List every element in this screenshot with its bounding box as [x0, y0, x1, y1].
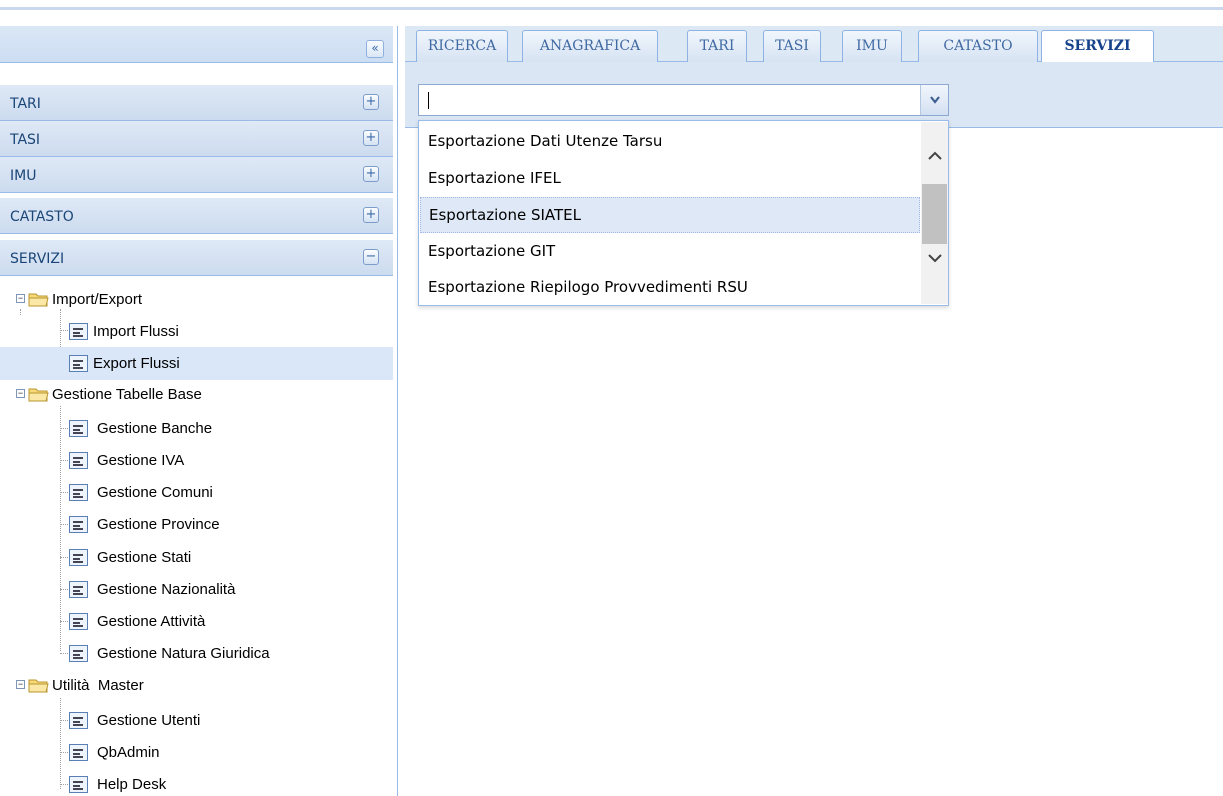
- form-icon: [69, 484, 88, 501]
- tree-leaf-export-flussi[interactable]: Export Flussi: [0, 347, 393, 380]
- chevron-up-icon: [927, 151, 942, 160]
- chevron-down-icon: [927, 254, 942, 263]
- form-icon: [69, 776, 88, 793]
- dropdown-scrollbar[interactable]: [921, 122, 948, 304]
- tab-catasto[interactable]: CATASTO: [918, 30, 1038, 62]
- form-icon: [69, 323, 88, 340]
- tree-node-label: Gestione Utenti: [97, 712, 201, 729]
- collapse-node-icon[interactable]: −: [16, 389, 25, 398]
- tree-node-label: Gestione IVA: [97, 452, 185, 469]
- collapse-node-icon[interactable]: −: [16, 294, 25, 303]
- tree-leaf-gestione-stati[interactable]: Gestione Stati: [0, 541, 393, 574]
- form-icon: [69, 452, 88, 469]
- tab-tari[interactable]: TARI: [687, 30, 747, 62]
- tree-leaf-gestione-utenti[interactable]: Gestione Utenti: [0, 704, 393, 737]
- tree-node-label: Gestione Tabelle Base: [52, 386, 202, 403]
- tree-leaf-help-desk[interactable]: Help Desk: [0, 768, 393, 796]
- export-type-dropdown: Esportazione Dati Utenze Tarsu Esportazi…: [418, 120, 949, 306]
- scroll-down-button[interactable]: [921, 250, 948, 280]
- accordion-label: IMU: [10, 168, 37, 184]
- tree-node-label: Gestione Banche: [97, 420, 213, 437]
- tab-anagrafica[interactable]: ANAGRAFICA: [522, 30, 658, 62]
- accordion-label: TASI: [10, 132, 41, 148]
- tree-node-label: Import Flussi: [93, 323, 179, 340]
- dropdown-option[interactable]: Esportazione GIT: [420, 234, 920, 270]
- tab-ricerca[interactable]: RICERCA: [416, 30, 508, 62]
- form-icon: [69, 549, 88, 566]
- dropdown-option[interactable]: Esportazione Dati Utenze Tarsu: [420, 124, 920, 160]
- tree-folder-tabelle-base[interactable]: − Gestione Tabelle Base: [0, 378, 393, 411]
- tree-folder-utilita-master[interactable]: − Utilità Master: [0, 669, 393, 702]
- tree-node-label: Gestione Province: [97, 516, 220, 533]
- dropdown-option-highlighted[interactable]: Esportazione SIATEL: [420, 197, 920, 233]
- tree-node-label: Gestione Natura Giuridica: [97, 645, 270, 662]
- form-icon: [69, 516, 88, 533]
- accordion-servizi[interactable]: SERVIZI −: [0, 240, 393, 276]
- combo-trigger-button[interactable]: [920, 85, 948, 115]
- tree-leaf-gestione-attivita[interactable]: Gestione Attività: [0, 605, 393, 638]
- tree-leaf-gestione-province[interactable]: Gestione Province: [0, 508, 393, 541]
- form-icon: [69, 613, 88, 630]
- folder-open-icon: [28, 679, 49, 693]
- text-cursor: [428, 92, 429, 109]
- collapse-node-icon[interactable]: −: [16, 680, 25, 689]
- tab-imu[interactable]: IMU: [842, 30, 902, 62]
- expand-icon[interactable]: +: [363, 166, 379, 182]
- form-icon: [69, 581, 88, 598]
- tree-leaf-qbadmin[interactable]: QbAdmin: [0, 736, 393, 769]
- chevron-down-icon: [929, 96, 940, 104]
- expand-icon[interactable]: +: [363, 130, 379, 146]
- accordion-tari[interactable]: TARI +: [0, 85, 393, 121]
- collapse-icon[interactable]: −: [363, 249, 379, 265]
- dropdown-option[interactable]: Esportazione Riepilogo Provvedimenti RSU: [420, 270, 920, 306]
- accordion-label: CATASTO: [10, 209, 74, 225]
- west-navigation-panel: « TARI + TASI + IMU + CATASTO + SERVIZI …: [0, 26, 398, 796]
- scroll-up-button[interactable]: [921, 148, 948, 178]
- tree-node-label: Gestione Comuni: [97, 484, 213, 501]
- expand-icon[interactable]: +: [363, 94, 379, 110]
- form-icon: [69, 712, 88, 729]
- tree-node-label: Gestione Stati: [97, 549, 192, 566]
- tree-leaf-gestione-nazionalita[interactable]: Gestione Nazionalità: [0, 573, 393, 606]
- west-panel-header: «: [0, 26, 393, 63]
- top-border-strip: [0, 0, 1223, 10]
- folder-open-icon: [28, 293, 49, 307]
- scrollbar-thumb[interactable]: [922, 184, 947, 244]
- tree-node-label: Gestione Attività: [97, 613, 206, 630]
- tree-node-label: Import/Export: [52, 291, 143, 308]
- tree-node-label: QbAdmin: [97, 744, 160, 761]
- tree-node-label: Gestione Nazionalità: [97, 581, 236, 598]
- tree-node-label: Utilità Master: [52, 677, 144, 694]
- tree-node-label: Help Desk: [97, 776, 167, 793]
- dropdown-option[interactable]: Esportazione IFEL: [420, 161, 920, 197]
- tree-folder-import-export[interactable]: − Import/Export: [0, 283, 393, 316]
- main-tab-bar: RICERCA ANAGRAFICA TARI TASI IMU CATASTO…: [405, 26, 1223, 63]
- export-type-input[interactable]: [419, 85, 920, 115]
- tree-leaf-import-flussi[interactable]: Import Flussi: [0, 315, 393, 348]
- form-icon: [69, 355, 88, 372]
- accordion-imu[interactable]: IMU +: [0, 157, 393, 193]
- export-type-combo[interactable]: [418, 84, 949, 116]
- accordion-tasi[interactable]: TASI +: [0, 121, 393, 157]
- tab-servizi[interactable]: SERVIZI: [1041, 30, 1154, 63]
- accordion-catasto[interactable]: CATASTO +: [0, 198, 393, 234]
- tree-leaf-gestione-iva[interactable]: Gestione IVA: [0, 444, 393, 477]
- accordion-label: SERVIZI: [10, 251, 65, 267]
- tab-tasi[interactable]: TASI: [763, 30, 821, 62]
- tree-leaf-gestione-comuni[interactable]: Gestione Comuni: [0, 476, 393, 509]
- tree-leaf-gestione-natura-giuridica[interactable]: Gestione Natura Giuridica: [0, 637, 393, 670]
- tree-node-label: Export Flussi: [93, 355, 180, 372]
- accordion-label: TARI: [10, 96, 41, 112]
- form-icon: [69, 645, 88, 662]
- form-icon: [69, 420, 88, 437]
- expand-icon[interactable]: +: [363, 207, 379, 223]
- collapse-panel-button[interactable]: «: [366, 40, 384, 58]
- tree-leaf-gestione-banche[interactable]: Gestione Banche: [0, 412, 393, 445]
- folder-open-icon: [28, 388, 49, 402]
- form-icon: [69, 744, 88, 761]
